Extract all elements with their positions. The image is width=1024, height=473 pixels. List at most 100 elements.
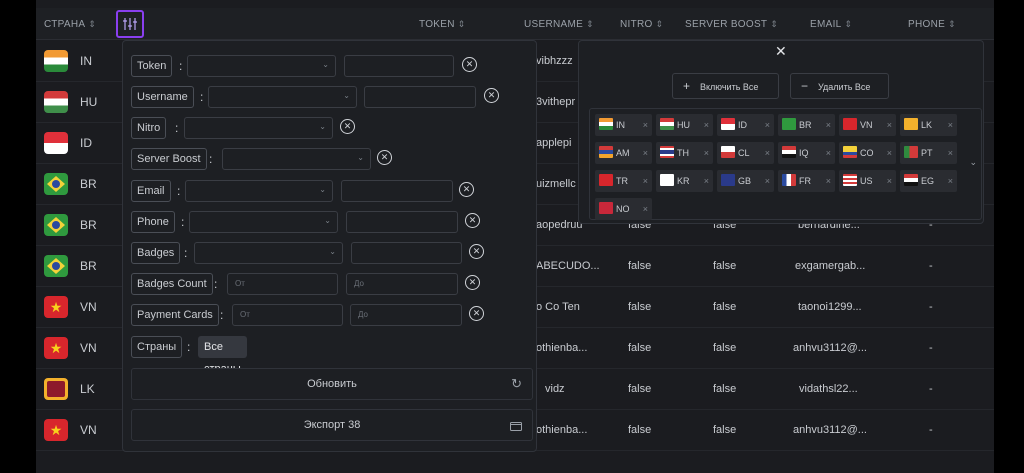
country-tag-id[interactable]: ID × (717, 114, 774, 136)
header-nitro[interactable]: NITRO ⇕ (620, 8, 663, 40)
country-tag-th[interactable]: TH × (656, 142, 713, 164)
remove-tag-icon[interactable]: × (887, 114, 892, 136)
boost-cell: false (713, 301, 737, 313)
sort-icon: ⇕ (948, 19, 956, 29)
email-input[interactable] (341, 180, 453, 202)
badges-input[interactable] (351, 242, 462, 264)
country-tag-label: US (860, 176, 873, 186)
email-select[interactable]: ⌄ (185, 180, 333, 202)
token-input[interactable] (344, 55, 454, 77)
clear-icon[interactable]: ✕ (377, 150, 392, 165)
country-tag-in[interactable]: IN × (595, 114, 652, 136)
country-tag-gb[interactable]: GB × (717, 170, 774, 192)
username-cell: o Co Ten (536, 301, 580, 313)
remove-tag-icon[interactable]: × (887, 170, 892, 192)
countries-tag-box[interactable]: IN × HU × ID × BR × VN × LK × AM × TH × CL × IQ × CO × PT × TR × K… (589, 108, 982, 220)
country-tag-lk[interactable]: LK × (900, 114, 957, 136)
country-tag-iq[interactable]: IQ × (778, 142, 835, 164)
username-cell: 3vithepr (536, 96, 576, 108)
header-email[interactable]: EMAIL ⇕ (810, 8, 852, 40)
country-tag-eg[interactable]: EG × (900, 170, 957, 192)
remove-tag-icon[interactable]: × (765, 170, 770, 192)
badges-count-from-input[interactable]: От (227, 273, 338, 295)
remove-tag-icon[interactable]: × (826, 170, 831, 192)
country-tag-pt[interactable]: PT × (900, 142, 957, 164)
phone-input[interactable] (346, 211, 458, 233)
country-tag-no[interactable]: NO × (595, 198, 652, 220)
refresh-icon: ↻ (511, 376, 522, 391)
remove-tag-icon[interactable]: × (704, 170, 709, 192)
badges-select[interactable]: ⌄ (194, 242, 343, 264)
username-cell: applepi (536, 137, 572, 149)
country-tag-cl[interactable]: CL × (717, 142, 774, 164)
remove-tag-icon[interactable]: × (765, 114, 770, 136)
clear-icon[interactable]: ✕ (484, 88, 499, 103)
sliders-icon (123, 18, 137, 30)
payment-cards-from-input[interactable]: От (232, 304, 343, 326)
country-tag-br[interactable]: BR × (778, 114, 835, 136)
server-boost-select[interactable]: ⌄ (222, 148, 371, 170)
clear-icon[interactable]: ✕ (469, 244, 484, 259)
flag-eg-icon (904, 174, 918, 186)
country-tag-tr[interactable]: TR × (595, 170, 652, 192)
country-tag-label: FR (799, 176, 811, 186)
payment-cards-to-input[interactable]: До (350, 304, 462, 326)
country-tag-co[interactable]: CO × (839, 142, 896, 164)
token-select[interactable]: ⌄ (187, 55, 336, 77)
phone-select[interactable]: ⌄ (189, 211, 338, 233)
sort-icon: ⇕ (655, 19, 664, 29)
refresh-button[interactable]: Обновить ↻ (131, 368, 533, 400)
username-cell: vidz (545, 383, 565, 395)
remove-tag-icon[interactable]: × (948, 142, 953, 164)
boost-cell: false (713, 424, 737, 436)
remove-tag-icon[interactable]: × (765, 142, 770, 164)
remove-tag-icon[interactable]: × (643, 114, 648, 136)
country-code: VN (80, 300, 97, 314)
flag-tr-icon (599, 174, 613, 186)
remove-tag-icon[interactable]: × (643, 142, 648, 164)
remove-tag-icon[interactable]: × (826, 114, 831, 136)
username-select[interactable]: ⌄ (208, 86, 357, 108)
badges-count-to-input[interactable]: До (346, 273, 458, 295)
header-country[interactable]: СТРАНА ⇕ (44, 8, 96, 40)
remove-tag-icon[interactable]: × (948, 114, 953, 136)
chevron-down-icon: ⌄ (343, 91, 350, 100)
clear-icon[interactable]: ✕ (459, 182, 474, 197)
flag-co-icon (843, 146, 857, 158)
header-username[interactable]: USERNAME ⇕ (524, 8, 594, 40)
chevron-down-icon: ⌄ (357, 153, 364, 162)
username-input[interactable] (364, 86, 476, 108)
remove-all-button[interactable]: − Удалить Все (790, 73, 889, 99)
remove-tag-icon[interactable]: × (826, 142, 831, 164)
remove-tag-icon[interactable]: × (643, 170, 648, 192)
filter-toggle-button[interactable] (116, 10, 144, 38)
header-token[interactable]: TOKEN ⇕ (419, 8, 466, 40)
clear-icon[interactable]: ✕ (465, 275, 480, 290)
remove-tag-icon[interactable]: × (948, 170, 953, 192)
country-tag-fr[interactable]: FR × (778, 170, 835, 192)
clear-icon[interactable]: ✕ (462, 57, 477, 72)
filter-label: Payment Cards (131, 304, 219, 326)
enable-all-button[interactable]: + Включить Все (672, 73, 779, 99)
country-tag-label: NO (616, 204, 630, 214)
all-countries-chip[interactable]: Все страны (198, 336, 247, 375)
remove-tag-icon[interactable]: × (643, 198, 648, 220)
app-root: СТРАНА ⇕ TOKEN ⇕ USERNAME ⇕ NITRO ⇕ SERVER B… (36, 0, 994, 473)
country-tag-us[interactable]: US × (839, 170, 896, 192)
country-tag-vn[interactable]: VN × (839, 114, 896, 136)
chevron-down-icon[interactable]: ⌄ (969, 157, 977, 168)
country-tag-kr[interactable]: KR × (656, 170, 713, 192)
remove-tag-icon[interactable]: × (704, 114, 709, 136)
header-server-boost[interactable]: SERVER BOOST ⇕ (685, 8, 778, 40)
country-tag-am[interactable]: AM × (595, 142, 652, 164)
clear-icon[interactable]: ✕ (340, 119, 355, 134)
nitro-select[interactable]: ⌄ (184, 117, 333, 139)
clear-icon[interactable]: ✕ (465, 213, 480, 228)
remove-tag-icon[interactable]: × (704, 142, 709, 164)
export-button[interactable]: Экспорт 38 (131, 409, 533, 441)
close-icon[interactable]: ✕ (775, 43, 787, 60)
clear-icon[interactable]: ✕ (469, 306, 484, 321)
header-phone[interactable]: PHONE ⇕ (908, 8, 956, 40)
country-tag-hu[interactable]: HU × (656, 114, 713, 136)
remove-tag-icon[interactable]: × (887, 142, 892, 164)
